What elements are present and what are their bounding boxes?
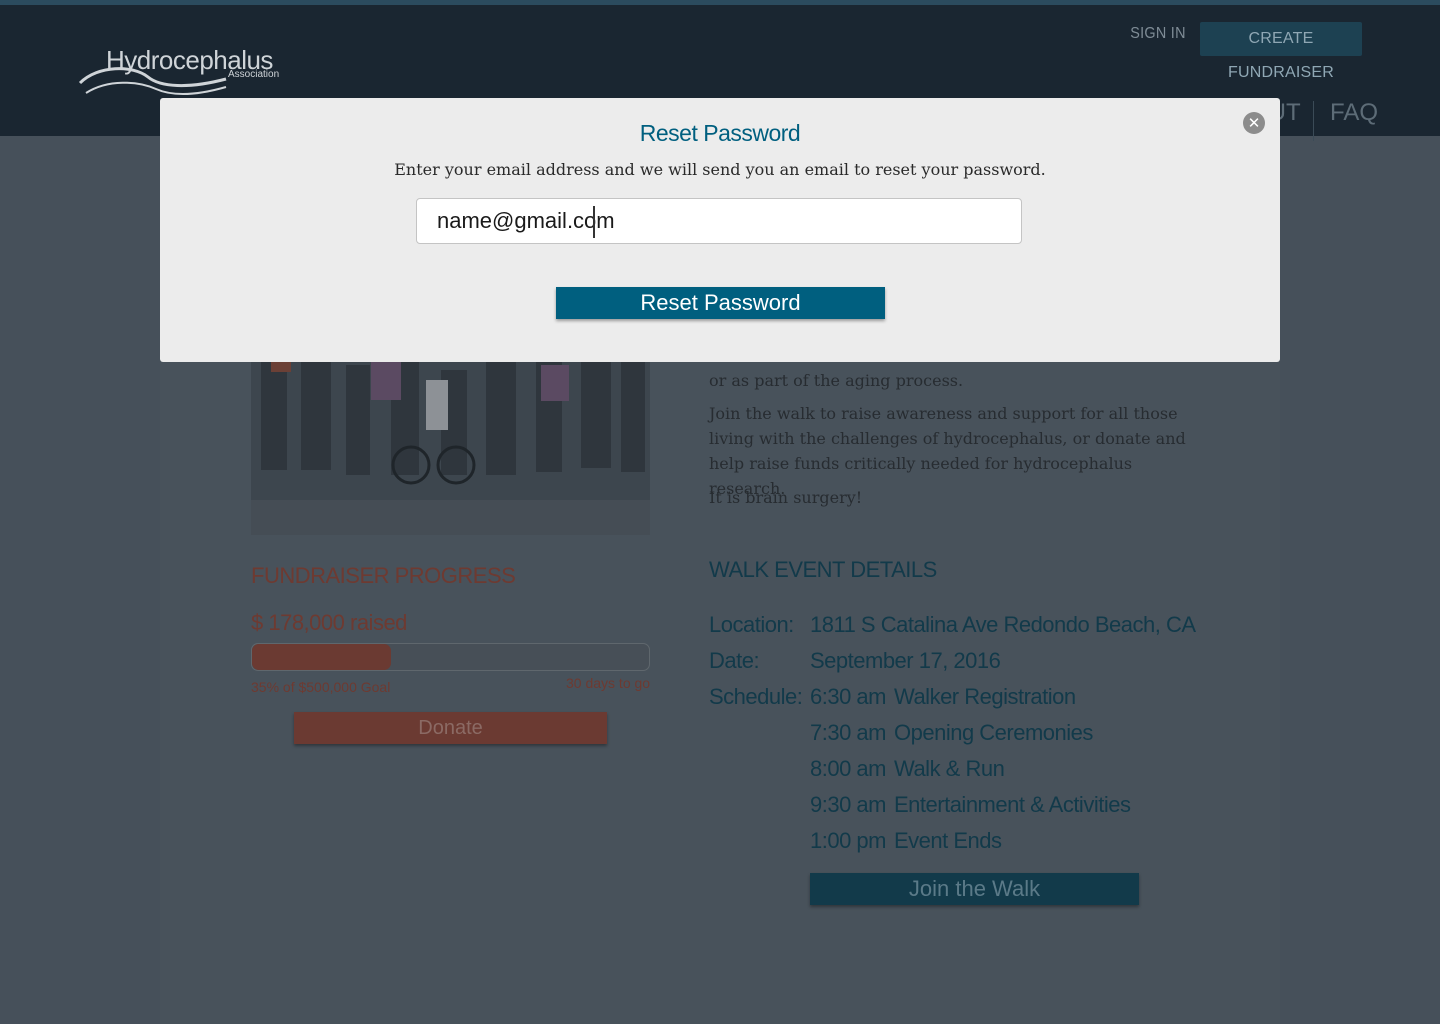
reset-password-button[interactable]: Reset Password: [556, 287, 885, 319]
schedule-event: Walker Registration: [894, 684, 1076, 709]
raised-value: $ 178,000: [251, 610, 345, 635]
walk-details-heading: WALK EVENT DETAILS: [709, 557, 937, 582]
email-field[interactable]: [416, 198, 1022, 244]
join-walk-button[interactable]: Join the Walk: [810, 873, 1139, 905]
reset-password-modal: Reset Password Enter your email address …: [160, 98, 1280, 362]
date-label: Date:: [709, 648, 760, 673]
schedule-event: Event Ends: [894, 828, 1002, 853]
logo-subtitle: Association: [228, 69, 280, 80]
nav-faq[interactable]: FAQ: [1330, 99, 1378, 127]
description-paragraph: or as part of the aging process.: [709, 371, 964, 390]
close-icon[interactable]: ✕: [1243, 112, 1265, 134]
location-label: Location:: [709, 612, 794, 637]
date-value: September 17, 2016: [810, 648, 1001, 673]
schedule-time: 6:30 am: [810, 684, 887, 709]
walk-photo: [251, 350, 650, 535]
schedule-time: 8:00 am: [810, 756, 887, 781]
modal-instruction: Enter your email address and we will sen…: [394, 160, 1046, 179]
sign-in-link[interactable]: SIGN IN: [1122, 25, 1194, 43]
logo-wave-icon: [78, 67, 227, 96]
raised-label: raised: [350, 610, 407, 635]
schedule-time: 9:30 am: [810, 792, 887, 817]
schedule-event: Entertainment & Activities: [894, 792, 1131, 817]
hydrocephalus-logo[interactable]: Hydrocephalus Association: [78, 45, 288, 103]
progress-bar-fill: [252, 644, 391, 670]
schedule-time: 7:30 am: [810, 720, 887, 745]
raised-amount: $ 178,000 raised: [251, 610, 407, 636]
location-value: 1811 S Catalina Ave Redondo Beach, CA: [810, 612, 1196, 637]
schedule-label: Schedule:: [709, 684, 803, 709]
nav-divider: [1313, 101, 1314, 141]
progress-bar: [251, 643, 650, 671]
schedule-time: 1:00 pm: [810, 828, 887, 853]
description-paragraph: It is brain surgery!: [709, 488, 863, 507]
schedule-event: Walk & Run: [894, 756, 1005, 781]
schedule-event: Opening Ceremonies: [894, 720, 1093, 745]
fundraiser-progress-heading: FUNDRAISER PROGRESS: [251, 563, 516, 588]
goal-text: 35% of $500,000 Goal: [251, 679, 391, 695]
donate-button[interactable]: Donate: [294, 712, 607, 744]
modal-title: Reset Password: [639, 120, 801, 146]
text-caret: [593, 206, 595, 238]
days-left: 30 days to go: [566, 675, 651, 691]
create-fundraiser-button[interactable]: CREATE FUNDRAISER: [1200, 22, 1362, 81]
